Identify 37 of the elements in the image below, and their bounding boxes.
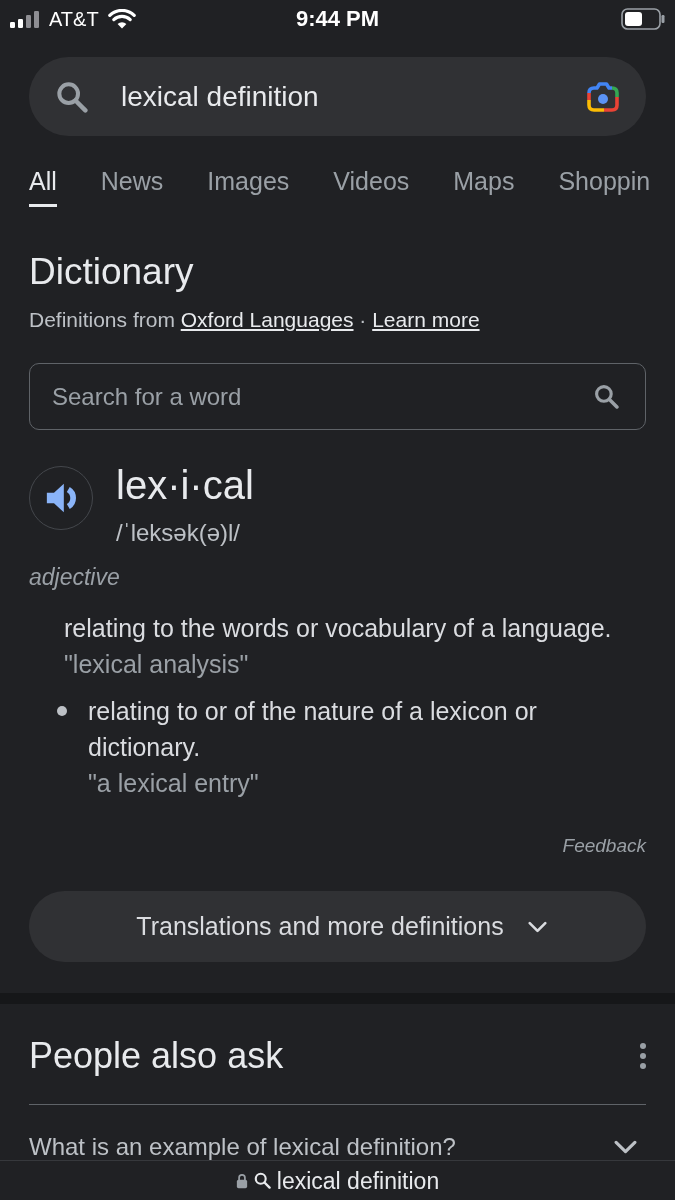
definition-text: relating to the words or vocabulary of a language. bbox=[64, 613, 612, 644]
tab[interactable]: All bbox=[29, 166, 57, 207]
more-options-icon[interactable] bbox=[640, 1043, 646, 1069]
tab[interactable]: News bbox=[100, 166, 164, 207]
feedback-link[interactable]: Feedback bbox=[562, 834, 646, 858]
tab[interactable]: Videos bbox=[333, 166, 410, 207]
definition-text: relating to or of the nature of a lexicon or dictionary. bbox=[88, 696, 538, 763]
tab[interactable]: Shoppin bbox=[558, 166, 651, 207]
wifi-icon bbox=[107, 9, 136, 29]
chevron-down-icon bbox=[527, 920, 547, 933]
part-of-speech: adjective bbox=[29, 563, 121, 592]
signal-icon bbox=[10, 10, 40, 28]
search-icon bbox=[56, 80, 88, 113]
search-field[interactable]: lexical definition bbox=[29, 57, 646, 136]
headword: lex·i·cal bbox=[116, 462, 254, 509]
pronunciation: /ˈleksək(ə)l/ bbox=[116, 518, 242, 548]
oxford-languages-link[interactable]: Oxford Languages bbox=[180, 308, 354, 331]
battery-icon bbox=[621, 8, 665, 30]
search-icon bbox=[253, 1172, 271, 1189]
example-text: "lexical analysis" bbox=[64, 649, 250, 680]
tab[interactable]: Images bbox=[207, 166, 290, 207]
section-title: People also ask bbox=[29, 1034, 284, 1078]
example-text: "a lexical entry" bbox=[88, 768, 260, 799]
more-definitions-button[interactable]: Translations and more definitions bbox=[29, 891, 646, 962]
clock-time: 9:44 PM bbox=[295, 6, 380, 32]
lock-icon bbox=[235, 1172, 248, 1189]
camera-icon[interactable] bbox=[585, 79, 621, 113]
search-icon[interactable] bbox=[594, 384, 619, 409]
tab[interactable]: Maps bbox=[453, 166, 515, 207]
bullet-icon bbox=[57, 706, 67, 716]
question-item[interactable]: What is an example of lexical definition? bbox=[29, 1134, 646, 1160]
speaker-icon bbox=[45, 483, 77, 513]
word-search-field[interactable]: Search for a word bbox=[29, 363, 646, 430]
section-title: Dictionary bbox=[29, 250, 195, 294]
learn-more-link[interactable]: Learn more bbox=[372, 308, 480, 331]
carrier-name: AT&T bbox=[49, 7, 99, 31]
source-line: Definitions from Oxford Languages · Learn more bbox=[29, 307, 481, 333]
